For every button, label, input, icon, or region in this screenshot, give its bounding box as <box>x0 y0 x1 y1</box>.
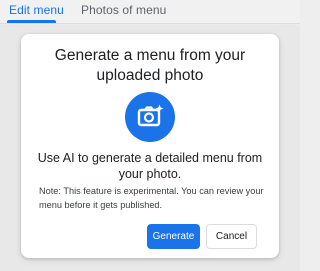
page: Edit menu Photos of menu Generate a menu… <box>0 0 300 271</box>
tab-edit-menu[interactable]: Edit menu <box>9 3 64 17</box>
camera-sparkle-icon <box>125 92 175 142</box>
tab-bar: Edit menu Photos of menu <box>0 0 300 24</box>
generate-menu-dialog: Generate a menu from your uploaded photo… <box>21 34 279 258</box>
tab-photos-of-menu[interactable]: Photos of menu <box>81 3 166 17</box>
dialog-description: Use AI to generate a detailed menu from … <box>37 151 263 181</box>
generate-button[interactable]: Generate <box>147 224 200 249</box>
cancel-button[interactable]: Cancel <box>206 224 257 249</box>
dialog-title: Generate a menu from your uploaded photo <box>54 47 246 84</box>
active-tab-indicator <box>7 20 56 23</box>
experimental-note: Note: This feature is experimental. You … <box>39 186 264 210</box>
